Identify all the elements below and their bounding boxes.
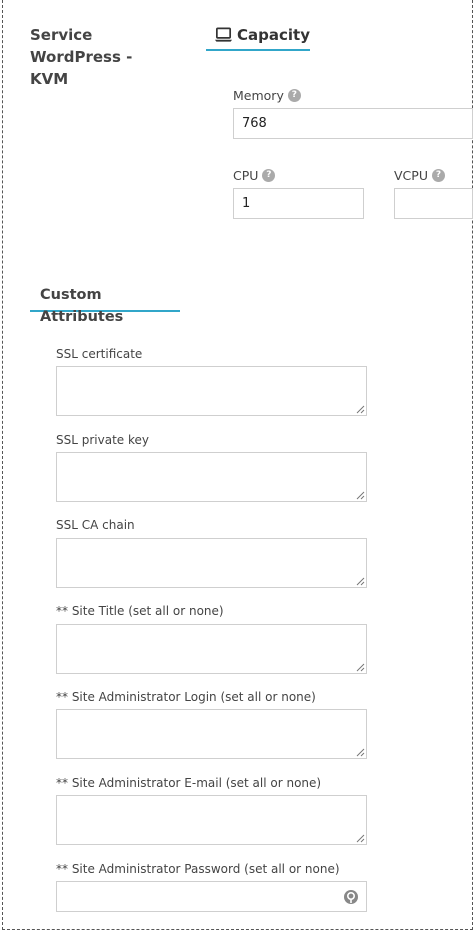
site-admin-password-label: ** Site Administrator Password (set all … xyxy=(56,862,340,876)
ssl-private-key-textarea[interactable] xyxy=(56,452,367,502)
resize-grip-icon[interactable] xyxy=(356,663,365,672)
cpu-label: CPU ? xyxy=(233,168,276,183)
site-admin-login-label: ** Site Administrator Login (set all or … xyxy=(56,690,316,704)
resize-grip-icon[interactable] xyxy=(356,405,365,414)
service-title: Service WordPress - KVM xyxy=(30,26,133,88)
ssl-certificate-label: SSL certificate xyxy=(56,347,143,361)
vcpu-input[interactable] xyxy=(394,188,473,219)
ssl-ca-chain-label: SSL CA chain xyxy=(56,518,135,532)
help-icon[interactable]: ? xyxy=(431,169,445,182)
vcpu-label: VCPU ? xyxy=(394,168,445,183)
resize-grip-icon[interactable] xyxy=(356,834,365,843)
resize-grip-icon[interactable] xyxy=(356,577,365,586)
tab-capacity[interactable]: Capacity xyxy=(206,24,310,51)
tab-capacity-label: Capacity xyxy=(237,26,310,44)
ssl-ca-chain-textarea[interactable] xyxy=(56,538,367,588)
memory-input[interactable] xyxy=(233,108,473,139)
resize-grip-icon[interactable] xyxy=(356,748,365,757)
tab-custom-attributes[interactable]: Custom Attributes xyxy=(30,284,180,325)
site-admin-email-label: ** Site Administrator E-mail (set all or… xyxy=(56,776,322,790)
cpu-input[interactable] xyxy=(233,188,364,219)
ssl-private-key-label: SSL private key xyxy=(56,433,149,447)
help-icon[interactable]: ? xyxy=(287,89,301,102)
site-title-label: ** Site Title (set all or none) xyxy=(56,604,224,618)
site-title-textarea[interactable] xyxy=(56,624,367,674)
ssl-certificate-textarea[interactable] xyxy=(56,366,367,416)
memory-label-text: Memory xyxy=(233,88,284,103)
laptop-icon xyxy=(214,27,233,42)
site-admin-email-textarea[interactable] xyxy=(56,795,367,845)
password-key-icon[interactable] xyxy=(343,889,359,905)
memory-label: Memory ? xyxy=(233,88,301,103)
site-admin-login-textarea[interactable] xyxy=(56,709,367,759)
cpu-label-text: CPU xyxy=(233,168,259,183)
resize-grip-icon[interactable] xyxy=(356,491,365,500)
help-icon[interactable]: ? xyxy=(262,169,276,182)
vcpu-label-text: VCPU xyxy=(394,168,428,183)
site-admin-password-input[interactable] xyxy=(56,881,367,912)
